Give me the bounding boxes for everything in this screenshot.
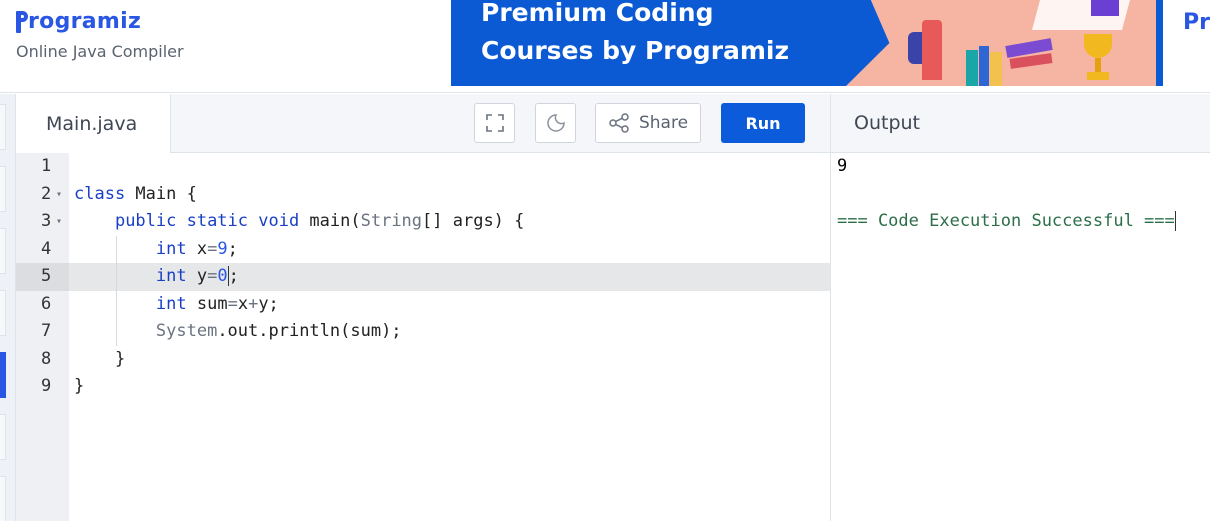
code-line[interactable]: 1 xyxy=(16,153,830,181)
output-header: Output xyxy=(831,94,1210,153)
code-text: int sum=x+y; xyxy=(155,293,279,314)
code-text: } xyxy=(74,376,85,396)
banner-line-2: Courses by Programiz xyxy=(481,36,790,65)
code-line-active[interactable]: 5 int y=0; xyxy=(16,263,830,291)
code-line[interactable]: 7 System.out.println(sum); xyxy=(16,318,830,346)
editor-toolbar: Main.java Share Run xyxy=(16,94,830,154)
trophy-icon xyxy=(1081,34,1115,86)
compiler-page: rogramiz Online Java Compiler Premium Co… xyxy=(0,0,1210,521)
code-line[interactable]: 4 int x=9; xyxy=(16,235,830,263)
code-line[interactable]: 9 } xyxy=(16,373,830,401)
sidebar-item[interactable] xyxy=(0,228,6,274)
run-button[interactable]: Run xyxy=(721,103,805,143)
code-text: int y=0; xyxy=(155,266,239,286)
banner-side-card: Pro xyxy=(1163,0,1210,86)
code-text: System.out.println(sum); xyxy=(155,321,402,341)
output-title: Output xyxy=(854,112,920,134)
sidebar-item[interactable] xyxy=(0,290,6,336)
sidebar-item[interactable] xyxy=(0,414,6,460)
banner-side-logo: Pro xyxy=(1183,10,1210,35)
code-text: public static void main(String[] args) { xyxy=(114,211,525,231)
output-success-message: === Code Execution Successful === xyxy=(837,211,1176,231)
sidebar-item[interactable] xyxy=(0,104,6,150)
graduation-cap-icon xyxy=(1091,0,1119,16)
console-cursor xyxy=(1174,211,1176,231)
sidebar-item-java[interactable] xyxy=(0,352,6,398)
books-illustration xyxy=(966,38,1053,86)
code-text: } xyxy=(114,348,126,369)
line-number: 4 xyxy=(41,238,52,259)
line-number: 7 xyxy=(41,321,52,341)
site-header: rogramiz Online Java Compiler Premium Co… xyxy=(0,0,1210,93)
line-number: 6 xyxy=(41,293,52,314)
line-number: 8 xyxy=(41,348,52,369)
share-button[interactable]: Share xyxy=(595,103,701,143)
code-line[interactable]: 3 ▾ public static void main(String[] arg… xyxy=(16,208,830,236)
code-text: int x=9; xyxy=(155,238,238,259)
code-text: class Main { xyxy=(74,183,197,204)
sidebar-item[interactable] xyxy=(0,476,6,521)
banner-illustration xyxy=(846,0,1156,86)
output-console[interactable]: 9 === Code Execution Successful === xyxy=(831,153,1210,521)
logo-text: rogramiz xyxy=(28,8,142,34)
code-line[interactable]: 6 int sum=x+y; xyxy=(16,290,830,318)
code-editor[interactable]: 1 2 ▾ class Main { 3 ▾ public static voi… xyxy=(16,153,830,521)
line-number: 5 xyxy=(16,263,69,291)
file-tab-main-java[interactable]: Main.java xyxy=(16,94,171,154)
fullscreen-icon xyxy=(485,114,504,132)
line-number: 9 xyxy=(41,376,52,396)
output-line: 9 xyxy=(837,156,848,176)
sidebar-item[interactable] xyxy=(0,166,6,212)
code-line[interactable]: 2 ▾ class Main { xyxy=(16,181,830,209)
page-subtitle: Online Java Compiler xyxy=(16,42,184,61)
fullscreen-button[interactable] xyxy=(474,103,515,143)
share-icon xyxy=(609,113,629,133)
banner-headline: Premium Coding Courses by Programiz xyxy=(481,0,789,70)
moon-icon xyxy=(546,114,565,132)
language-sidebar xyxy=(0,94,16,521)
student-illustration xyxy=(908,0,946,86)
theme-toggle-button[interactable] xyxy=(535,103,576,143)
promo-banner[interactable]: Premium Coding Courses by Programiz Pro xyxy=(451,0,1210,86)
logo-icon xyxy=(16,9,28,33)
code-line[interactable]: 8 } xyxy=(16,346,830,374)
fold-arrow-icon[interactable]: ▾ xyxy=(56,208,62,236)
programiz-logo[interactable]: rogramiz xyxy=(16,6,141,36)
share-label: Share xyxy=(638,113,689,133)
line-number: 1 xyxy=(41,156,52,176)
fold-arrow-icon[interactable]: ▾ xyxy=(56,181,62,209)
banner-line-1: Premium Coding xyxy=(481,0,714,27)
